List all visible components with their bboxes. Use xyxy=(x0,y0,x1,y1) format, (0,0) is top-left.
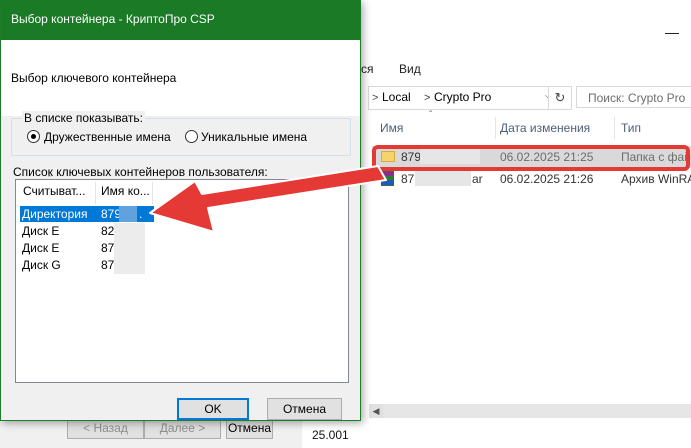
annotation-arrow-icon xyxy=(149,165,387,233)
